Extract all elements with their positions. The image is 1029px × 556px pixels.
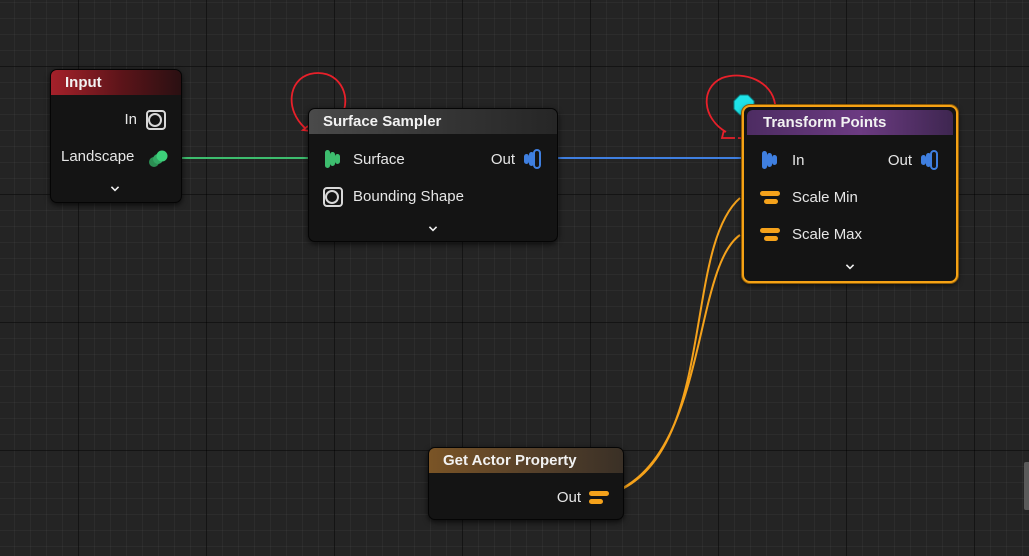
node-input-pin-icon[interactable] [144,108,168,132]
scale-min-label: Scale Min [792,189,858,206]
attribute-pin-icon[interactable] [758,225,782,245]
attribute-pin-icon[interactable] [758,188,782,208]
input-landscape-label: Landscape [61,148,135,165]
sampler-out-label: Out [490,151,515,168]
surface-pin-icon[interactable] [321,147,345,171]
spatial-in-pin-icon[interactable] [758,148,782,172]
scale-max-label: Scale Max [792,226,863,243]
surface-label: Surface [353,151,405,168]
surface-sampler-title: Surface Sampler [309,109,557,134]
attribute-pin-icon[interactable] [587,488,611,508]
bounding-shape-label: Bounding Shape [353,188,464,205]
graph-canvas[interactable]: Input In Landscape Surface Sampler Surfa… [0,0,1029,556]
landscape-pin-icon[interactable] [145,148,171,170]
chevron-down-icon[interactable] [845,262,855,272]
side-panel-handle[interactable] [1024,462,1029,510]
input-node-title: Input [51,70,181,95]
transform-in-label: In [792,152,805,169]
transform-points-title: Transform Points [747,110,953,135]
bounding-shape-pin-icon[interactable] [321,185,345,209]
get-actor-property-node[interactable]: Get Actor Property Out [428,447,624,520]
chevron-down-icon[interactable] [110,184,120,194]
surface-sampler-node[interactable]: Surface Sampler Surface Out Bounding Sha… [308,108,558,242]
transform-points-node[interactable]: Transform Points In Out Scale Min Scale … [742,105,958,283]
input-in-label: In [124,111,137,128]
spatial-out-pin-icon[interactable] [918,148,942,172]
spatial-out-pin-icon[interactable] [521,147,545,171]
get-actor-property-title: Get Actor Property [429,448,623,473]
property-out-label: Out [556,489,581,506]
transform-points-header-wrap: Transform Points [747,110,953,135]
input-node[interactable]: Input In Landscape [50,69,182,203]
chevron-down-icon[interactable] [428,224,438,234]
transform-out-label: Out [887,152,912,169]
